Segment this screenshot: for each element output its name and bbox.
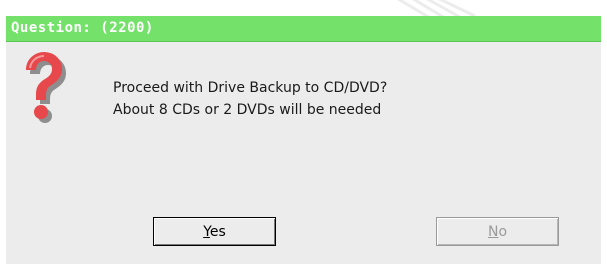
message-line-2: About 8 CDs or 2 DVDs will be needed [113, 102, 382, 118]
dialog-title: Question: (2200) [11, 20, 154, 36]
no-button-label: No [488, 224, 507, 240]
yes-button-mnemonic: Y [203, 223, 210, 240]
no-button-mnemonic: N [487, 223, 499, 240]
yes-button[interactable]: Yes [153, 217, 276, 246]
question-dialog: Question: (2200) Proceed with Drive Back… [6, 16, 601, 264]
screenshot-canvas: Question: (2200) Proceed with Drive Back… [0, 0, 607, 269]
message-line-1: Proceed with Drive Backup to CD/DVD? [113, 80, 388, 96]
dialog-title-bar[interactable]: Question: (2200) [6, 16, 601, 42]
yes-button-label-rest: es [209, 223, 226, 240]
yes-button-label: Yes [203, 224, 226, 240]
no-button[interactable]: No [436, 217, 559, 246]
question-mark-icon [26, 52, 66, 123]
no-button-label-rest: o [498, 223, 508, 240]
